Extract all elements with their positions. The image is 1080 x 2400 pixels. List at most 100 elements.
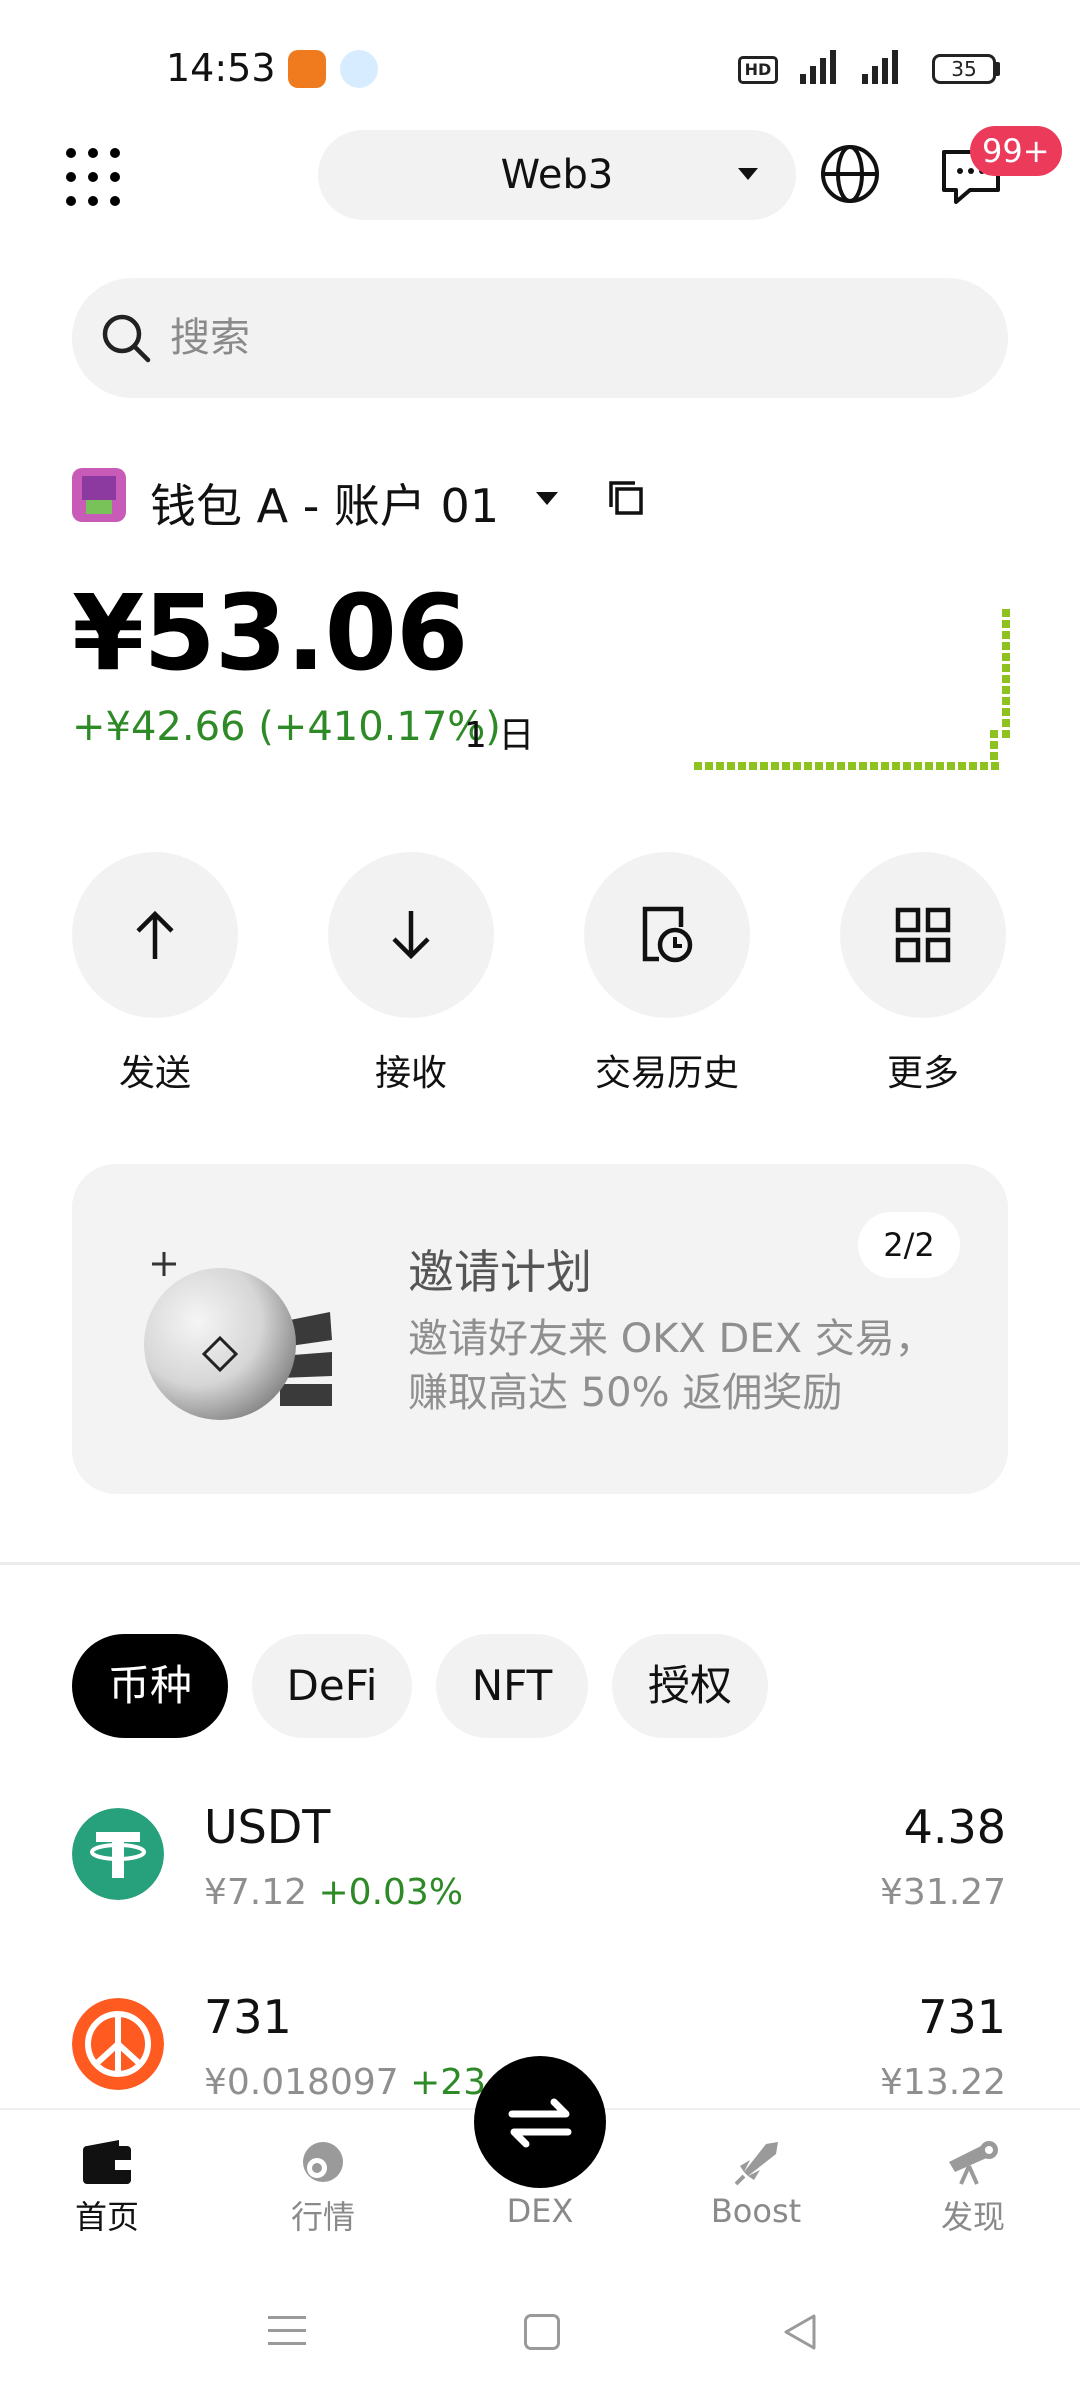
total-balance: ¥53.06 (72, 572, 468, 694)
sparkline-dot (1002, 708, 1010, 716)
sparkline-dot (892, 762, 900, 770)
battery-icon: 35 (932, 54, 996, 84)
token-price: ¥7.12 +0.03% (204, 1872, 463, 1913)
sparkline-dot (760, 762, 768, 770)
sparkline-dot (881, 762, 889, 770)
send-label: 发送 (118, 1053, 191, 1094)
sparkline-dot (1002, 675, 1010, 683)
caret-down-icon[interactable] (536, 492, 558, 505)
token-symbol: USDT (204, 1800, 331, 1854)
sparkline-dot (694, 762, 702, 770)
sparkline-dot (1002, 642, 1010, 650)
token-price-value: ¥0.018097 (204, 2062, 399, 2103)
token-price: ¥0.018097 +23.6 (204, 2062, 520, 2103)
usdt-token-icon (72, 1808, 164, 1900)
copy-icon[interactable] (608, 480, 644, 516)
balance-sparkline (694, 609, 1010, 770)
sparkline-dot (990, 741, 998, 749)
change-period[interactable]: 1 日 (464, 706, 534, 758)
signal-icon-2 (862, 50, 898, 84)
sparkline-dot (1002, 653, 1010, 661)
nav-dex-label: DEX (506, 2192, 574, 2230)
grid-more-icon (895, 907, 951, 963)
tab-nft[interactable]: NFT (436, 1634, 588, 1738)
token-price-value: ¥7.12 (204, 1872, 308, 1913)
receive-label: 接收 (374, 1053, 447, 1094)
wallet-account-name[interactable]: 钱包 A - 账户 01 (150, 470, 499, 536)
caret-down-icon (738, 168, 758, 180)
history-button[interactable] (584, 852, 750, 1018)
wallet-avatar[interactable] (72, 468, 126, 522)
sparkline-dot (727, 762, 735, 770)
system-back-button[interactable] (780, 2312, 820, 2352)
nav-market[interactable]: 行情 (248, 2138, 398, 2258)
arrow-up-icon (136, 910, 174, 959)
sparkline-dot (1002, 697, 1010, 705)
search-input[interactable] (170, 306, 870, 370)
sparkline-dot (749, 762, 757, 770)
sparkline-dot (1002, 730, 1010, 738)
system-menu-button[interactable] (268, 2316, 306, 2355)
telescope-icon (949, 2141, 998, 2185)
promo-description-line-2: 赚取高达 50% 返佣奖励 (408, 1370, 843, 1416)
arrow-down-icon (392, 911, 430, 960)
notification-app-icon (288, 50, 326, 88)
promo-pager: 2/2 (858, 1212, 960, 1278)
sparkline-dot (771, 762, 779, 770)
sparkline-dot (716, 762, 724, 770)
sparkline-dot (947, 762, 955, 770)
notification-badge[interactable]: 99+ (970, 126, 1062, 176)
market-icon (303, 2142, 343, 2182)
nav-home-label: 首页 (74, 2198, 139, 2236)
sparkline-dot (936, 762, 944, 770)
sparkline-dot (870, 762, 878, 770)
token-change: +0.03% (318, 1872, 464, 1913)
token-amount: 731 (918, 1990, 1006, 2044)
tab-tokens[interactable]: 币种 (72, 1634, 228, 1738)
sparkline-dot (837, 762, 845, 770)
sparkline-dot (958, 762, 966, 770)
tab-approvals[interactable]: 授权 (612, 1634, 768, 1738)
nav-discover-label: 发现 (940, 2198, 1005, 2236)
system-home-button[interactable] (524, 2314, 560, 2350)
rocket-icon (734, 2142, 778, 2186)
sparkline-dot (980, 762, 988, 770)
sparkline-dot (991, 762, 999, 770)
signal-icon-1 (800, 50, 836, 84)
app-menu-icon[interactable] (66, 148, 126, 208)
sparkline-dot (782, 762, 790, 770)
sparkline-dot (990, 752, 998, 760)
nav-discover[interactable]: 发现 (898, 2138, 1048, 2258)
token-symbol: 731 (204, 1990, 292, 2044)
sparkline-dot (903, 762, 911, 770)
invite-illustration (144, 1252, 332, 1420)
receive-button[interactable] (328, 852, 494, 1018)
balance-change: +¥42.66 (+410.17%) (72, 704, 501, 750)
nav-boost[interactable]: Boost (681, 2138, 831, 2258)
history-icon (642, 906, 693, 963)
sparkline-dot (1002, 620, 1010, 628)
nav-home[interactable]: 首页 (32, 2138, 182, 2258)
tab-defi[interactable]: DeFi (252, 1634, 412, 1738)
token-amount: 4.38 (903, 1800, 1006, 1854)
history-label: 交易历史 (594, 1053, 739, 1094)
send-button[interactable] (72, 852, 238, 1018)
sparkline-dot (969, 762, 977, 770)
network-selector-label[interactable]: Web3 (318, 152, 796, 198)
status-time: 14:53 (166, 46, 276, 90)
sparkline-dot (990, 730, 998, 738)
sparkline-dot (1002, 719, 1010, 727)
sparkline-dot (1002, 631, 1010, 639)
section-divider (0, 1562, 1080, 1565)
more-button[interactable] (840, 852, 1006, 1018)
sparkline-dot (914, 762, 922, 770)
sparkline-dot (1002, 686, 1010, 694)
promo-description: 邀请好友来 OKX DEX 交易， 赚取高达 50% 返佣奖励 (408, 1312, 968, 1420)
globe-icon[interactable] (818, 142, 882, 206)
search-icon (102, 314, 151, 363)
sparkline-dot (793, 762, 801, 770)
sparkline-dot (1002, 609, 1010, 617)
battery-tip (996, 62, 1000, 76)
nav-dex[interactable]: DEX (465, 2138, 615, 2258)
sparkline-dot (848, 762, 856, 770)
